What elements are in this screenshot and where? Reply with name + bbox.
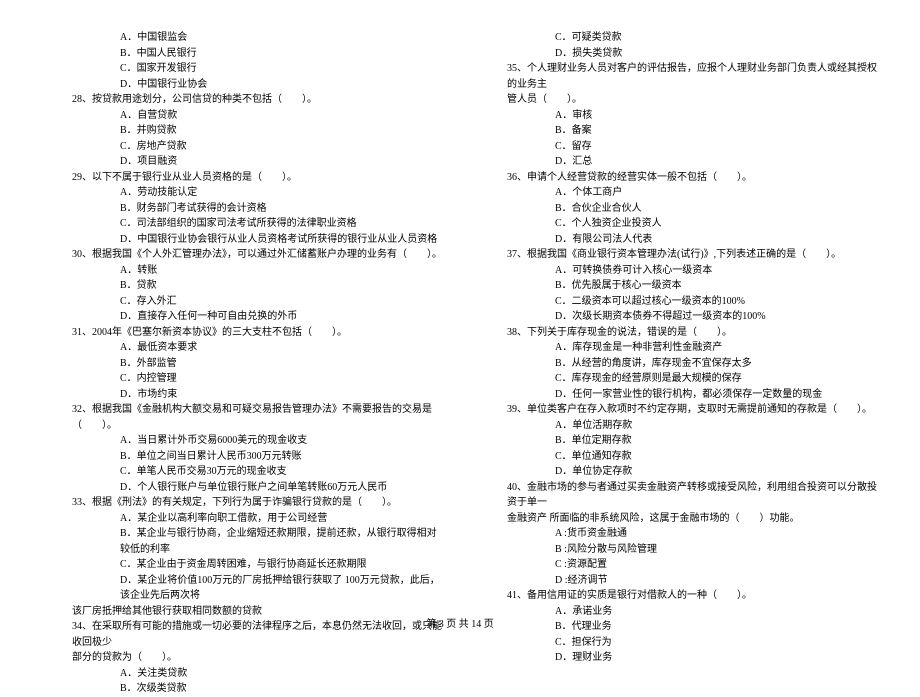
q30-opt-a: A．转账 xyxy=(40,263,445,279)
q34-opt-c: C．可疑类贷款 xyxy=(475,30,880,46)
q37-opt-c: C．二级资本可以超过核心一级资本的100% xyxy=(475,294,880,310)
page-footer: 第 3 页 共 14 页 xyxy=(0,617,920,633)
q29-opt-a: A．劳动技能认定 xyxy=(40,185,445,201)
q39-opt-c: C．单位通知存款 xyxy=(475,449,880,465)
q39-opt-a: A．单位活期存款 xyxy=(475,418,880,434)
q28-opt-b: B．并购贷款 xyxy=(40,123,445,139)
q34-opt-a: A．关注类贷款 xyxy=(40,666,445,682)
q40-opt-a: A :货币资金融通 xyxy=(475,526,880,542)
q36-opt-a: A．个体工商户 xyxy=(475,185,880,201)
q27-opt-c: C．国家开发银行 xyxy=(40,61,445,77)
q30-opt-b: B．贷款 xyxy=(40,278,445,294)
q33-opt-a: A．某企业以高利率向职工借款，用于公司经营 xyxy=(40,511,445,527)
q37-opt-a: A．可转换债券可计入核心一级资本 xyxy=(475,263,880,279)
q32-opt-b: B．单位之间当日累计人民币300万元转账 xyxy=(40,449,445,465)
q27-opt-b: B．中国人民银行 xyxy=(40,46,445,62)
q31-opt-a: A．最低资本要求 xyxy=(40,340,445,356)
q35-opt-a: A．审核 xyxy=(475,108,880,124)
q36-opt-d: D．有限公司法人代表 xyxy=(475,232,880,248)
q27-opt-d: D．中国银行业协会 xyxy=(40,77,445,93)
q29-opt-d: D．中国银行业协会银行从业人员资格考试所获得的银行业从业人员资格 xyxy=(40,232,445,248)
q30-stem: 30、根据我国《个人外汇管理办法》，可以通过外汇储蓄账户办理的业务有（ ）。 xyxy=(40,247,445,263)
q32-stem: 32、根据我国《金融机构大额交易和可疑交易报告管理办法》不需要报告的交易是（ ）… xyxy=(40,402,445,433)
q31-opt-c: C．内控管理 xyxy=(40,371,445,387)
q27-opt-a: A．中国银监会 xyxy=(40,30,445,46)
q30-opt-c: C．存入外汇 xyxy=(40,294,445,310)
q29-opt-b: B．财务部门考试获得的会计资格 xyxy=(40,201,445,217)
right-column: C．可疑类贷款 D．损失类贷款 35、个人理财业务人员对客户的评估报告，应报个人… xyxy=(475,30,880,697)
q32-opt-a: A．当日累计外币交易6000美元的现金收支 xyxy=(40,433,445,449)
q34-continuation: 部分的贷款为（ ）。 xyxy=(40,650,445,666)
two-column-layout: A．中国银监会 B．中国人民银行 C．国家开发银行 D．中国银行业协会 28、按… xyxy=(0,30,920,697)
q28-opt-c: C．房地产贷款 xyxy=(40,139,445,155)
q28-opt-d: D．项目融资 xyxy=(40,154,445,170)
q34-opt-d: D．损失类贷款 xyxy=(475,46,880,62)
q38-opt-d: D．任何一家营业性的银行机构，都必须保存一定数量的现金 xyxy=(475,387,880,403)
q41-opt-c: C．担保行为 xyxy=(475,635,880,651)
q33-opt-b: B．某企业与银行协商，企业缩短还款期限，提前还款，从银行取得相对较低的利率 xyxy=(40,526,445,557)
q38-opt-a: A．库存现金是一种非营利性金融资产 xyxy=(475,340,880,356)
q33-stem: 33、根据《刑法》的有关规定，下列行为属于诈骗银行贷款的是（ ）。 xyxy=(40,495,445,511)
left-column: A．中国银监会 B．中国人民银行 C．国家开发银行 D．中国银行业协会 28、按… xyxy=(40,30,445,697)
q36-stem: 36、申请个人经营贷款的经营实体一般不包括（ ）。 xyxy=(475,170,880,186)
q35-stem: 35、个人理财业务人员对客户的评估报告，应报个人理财业务部门负责人或经其授权的业… xyxy=(475,61,880,92)
q35-continuation: 管人员（ ）。 xyxy=(475,92,880,108)
q41-stem: 41、备用信用证的实质是银行对借款人的一种（ ）。 xyxy=(475,588,880,604)
q38-stem: 38、下列关于库存现金的说法，错误的是（ ）。 xyxy=(475,325,880,341)
q40-opt-b: B :风险分散与风险管理 xyxy=(475,542,880,558)
q28-opt-a: A．自营贷款 xyxy=(40,108,445,124)
q35-opt-b: B．备案 xyxy=(475,123,880,139)
q29-opt-c: C．司法部组织的国家司法考试所获得的法律职业资格 xyxy=(40,216,445,232)
q31-opt-d: D．市场约束 xyxy=(40,387,445,403)
q39-opt-d: D．单位协定存款 xyxy=(475,464,880,480)
q40-stem: 40、金融市场的参与者通过买卖金融资产转移或接受风险，利用组合投资可以分散投资于… xyxy=(475,480,880,511)
q32-opt-c: C．单笔人民币交易30万元的现金收支 xyxy=(40,464,445,480)
q39-stem: 39、单位类客户在存入款项时不约定存期，支取时无需提前通知的存款是（ ）。 xyxy=(475,402,880,418)
q33-opt-c: C．某企业由于资金周转困难，与银行协商延长还款期限 xyxy=(40,557,445,573)
q40-opt-c: C :资源配置 xyxy=(475,557,880,573)
q29-stem: 29、以下不属于银行业从业人员资格的是（ ）。 xyxy=(40,170,445,186)
q40-opt-d: D :经济调节 xyxy=(475,573,880,589)
q36-opt-c: C．个人独资企业投资人 xyxy=(475,216,880,232)
q39-opt-b: B．单位定期存款 xyxy=(475,433,880,449)
q37-stem: 37、根据我国《商业银行资本管理办法(试行)》,下列表述正确的是（ ）。 xyxy=(475,247,880,263)
q32-opt-d: D．个人银行账户与单位银行账户之间单笔转账60万元人民币 xyxy=(40,480,445,496)
q36-opt-b: B．合伙企业合伙人 xyxy=(475,201,880,217)
q31-stem: 31、2004年《巴塞尔新资本协议》的三大支柱不包括（ ）。 xyxy=(40,325,445,341)
q34-opt-b: B．次级类贷款 xyxy=(40,681,445,697)
q28-stem: 28、按贷款用途划分，公司信贷的种类不包括（ ）。 xyxy=(40,92,445,108)
q35-opt-c: C．留存 xyxy=(475,139,880,155)
q40-continuation: 金融资产 所面临的非系统风险，这属于金融市场的（ ）功能。 xyxy=(475,511,880,527)
q38-opt-c: C．库存现金的经营原则是最大规模的保存 xyxy=(475,371,880,387)
q37-opt-d: D．次级长期资本债券不得超过一级资本的100% xyxy=(475,309,880,325)
q37-opt-b: B．优先股属于核心一级资本 xyxy=(475,278,880,294)
q35-opt-d: D．汇总 xyxy=(475,154,880,170)
q38-opt-b: B．从经营的角度讲，库存现金不宜保存太多 xyxy=(475,356,880,372)
q41-opt-d: D．理财业务 xyxy=(475,650,880,666)
q33-opt-d: D．某企业将价值100万元的厂房抵押给银行获取了 100万元贷款，此后，该企业先… xyxy=(40,573,445,604)
q30-opt-d: D．直接存入任何一种可自由兑换的外币 xyxy=(40,309,445,325)
q31-opt-b: B．外部监管 xyxy=(40,356,445,372)
